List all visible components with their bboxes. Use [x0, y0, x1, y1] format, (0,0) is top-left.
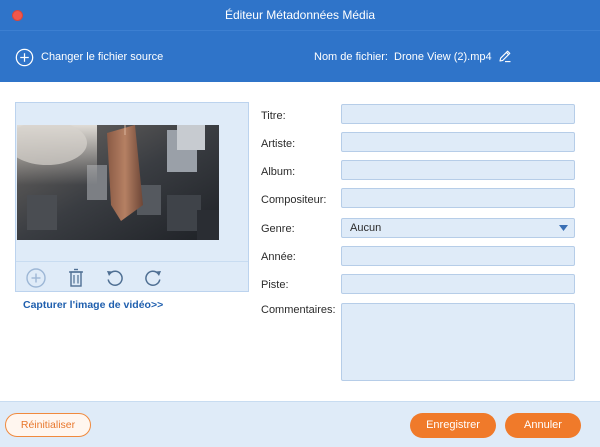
change-source-label: Changer le fichier source [41, 51, 164, 63]
track-label: Piste: [261, 279, 289, 291]
trash-icon[interactable] [65, 267, 87, 289]
dropdown-triangle-icon [559, 225, 568, 231]
genre-select[interactable]: Aucun [341, 218, 575, 238]
cancel-button[interactable]: Annuler [505, 413, 581, 438]
rotate-right-icon[interactable] [142, 267, 164, 289]
pencil-icon[interactable] [498, 49, 512, 63]
artist-input[interactable] [341, 132, 575, 152]
capture-frame-link[interactable]: Capturer l'image de vidéo>> [23, 299, 163, 311]
artist-label: Artiste: [261, 138, 296, 150]
comments-textarea[interactable] [341, 303, 575, 381]
genre-label: Genre: [261, 223, 295, 235]
genre-selected-value: Aucun [350, 222, 382, 234]
change-source-button[interactable]: Changer le fichier source [15, 47, 163, 67]
add-icon[interactable] [25, 267, 47, 289]
rotate-left-icon[interactable] [104, 267, 126, 289]
video-preview-panel [15, 102, 249, 292]
window-title: Éditeur Métadonnées Média [224, 8, 376, 22]
comments-label: Commentaires: [261, 304, 336, 316]
reset-button[interactable]: Réinitialiser [5, 413, 91, 437]
drone-city-image [17, 125, 219, 240]
album-label: Album: [261, 166, 296, 178]
composer-input[interactable] [341, 188, 575, 208]
footer-bar: Réinitialiser Enregistrer Annuler [0, 401, 600, 447]
title-bar: Éditeur Métadonnées Média [0, 0, 600, 30]
add-circle-icon [15, 48, 34, 66]
video-thumbnail [17, 125, 219, 240]
year-input[interactable] [341, 246, 575, 266]
track-input[interactable] [341, 274, 575, 294]
album-input[interactable] [341, 160, 575, 180]
filename-value: Drone View (2).mp4 [394, 51, 492, 63]
preview-controls [16, 261, 248, 292]
filename-label: Nom de fichier: [314, 51, 388, 63]
save-button[interactable]: Enregistrer [410, 413, 496, 438]
title-input[interactable] [341, 104, 575, 124]
composer-label: Compositeur: [261, 194, 327, 206]
toolbar: Changer le fichier source Nom de fichier… [0, 30, 600, 82]
year-label: Année: [261, 251, 296, 263]
title-label: Titre: [261, 110, 286, 122]
